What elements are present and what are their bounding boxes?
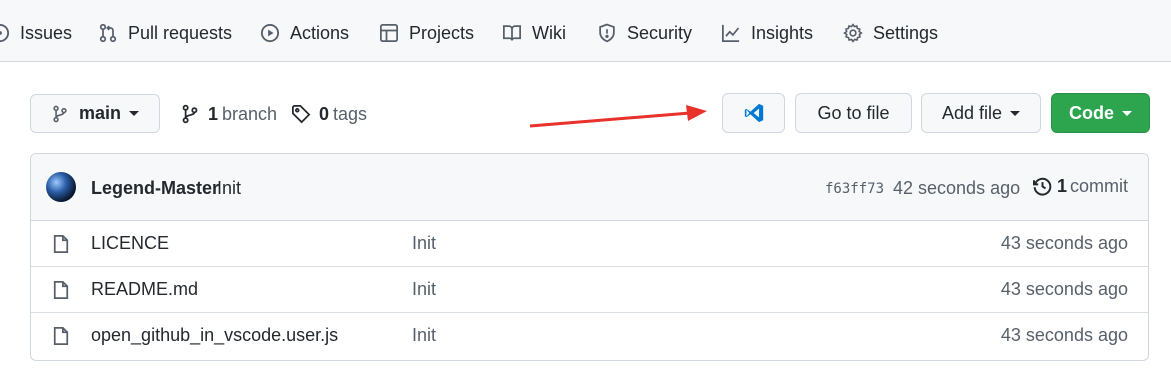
commit-message[interactable]: Init (217, 178, 241, 199)
nav-actions-label: Actions (290, 22, 350, 43)
nav-projects-label: Projects (409, 22, 475, 43)
issue-icon (0, 23, 10, 43)
nav-security[interactable]: Security (597, 18, 692, 48)
repo-nav: Issues Pull requests Actions Projects Wi… (0, 0, 1171, 62)
file-name[interactable]: LICENCE (91, 233, 169, 254)
commits-link[interactable]: 1 commit (1032, 176, 1128, 197)
git-branch-icon (182, 104, 198, 124)
nav-insights-label: Insights (751, 22, 814, 43)
tag-icon (292, 105, 311, 124)
commit-count: 1 (1057, 176, 1068, 196)
pull-request-icon (99, 23, 117, 43)
nav-pull-requests-label: Pull requests (128, 22, 233, 43)
nav-actions[interactable]: Actions (260, 18, 349, 48)
chevron-down-icon (129, 111, 139, 116)
annotation-arrow (529, 105, 707, 128)
tags-link[interactable]: 0 tags (291, 100, 367, 128)
nav-wiki-label: Wiki (532, 22, 566, 43)
file-commit-message[interactable]: Init (412, 233, 436, 254)
shield-icon (599, 23, 615, 43)
go-to-file-button[interactable]: Go to file (795, 93, 912, 133)
chevron-down-icon (1010, 110, 1021, 116)
git-branch-icon (53, 105, 67, 122)
file-age: 43 seconds ago (1000, 279, 1128, 299)
commit-author[interactable]: Legend-Master (91, 178, 219, 199)
book-icon (503, 25, 521, 41)
commit-time: 42 seconds ago (893, 178, 1021, 198)
file-icon (53, 281, 69, 299)
file-row[interactable]: LICENCE Init 43 seconds ago (31, 221, 1148, 267)
nav-settings-label: Settings (873, 22, 939, 43)
avatar[interactable] (46, 172, 76, 202)
nav-settings[interactable]: Settings (843, 18, 938, 48)
open-in-vscode-button[interactable] (722, 93, 785, 133)
vscode-icon (744, 103, 763, 123)
add-file-button[interactable]: Add file (921, 93, 1041, 133)
latest-commit-bar: Legend-Master Init f63ff73 42 seconds ag… (31, 154, 1148, 221)
add-file-label: Add file (941, 102, 1003, 123)
nav-security-label: Security (627, 22, 693, 43)
nav-insights[interactable]: Insights (721, 18, 813, 48)
go-to-file-label: Go to file (817, 102, 890, 123)
nav-pull-requests[interactable]: Pull requests (98, 18, 232, 48)
file-icon (53, 235, 69, 253)
file-commit-message[interactable]: Init (412, 325, 436, 346)
file-listing: Legend-Master Init f63ff73 42 seconds ag… (30, 153, 1149, 361)
branches-link[interactable]: 1 branch (180, 100, 277, 128)
code-label: Code (1069, 102, 1114, 123)
commit-count-word: commit (1070, 176, 1129, 196)
file-row[interactable]: README.md Init 43 seconds ago (31, 267, 1148, 313)
branch-selector[interactable]: main (30, 94, 160, 133)
commit-sha[interactable]: f63ff73 (825, 181, 884, 197)
table-icon (380, 24, 398, 42)
file-commit-message[interactable]: Init (412, 279, 436, 300)
tag-word: tags (333, 103, 368, 124)
graph-icon (722, 24, 740, 42)
history-icon (1032, 177, 1052, 196)
file-age: 43 seconds ago (1000, 233, 1128, 253)
file-icon (53, 327, 69, 345)
branch-word: branch (222, 103, 278, 124)
nav-projects[interactable]: Projects (379, 18, 474, 48)
file-age: 43 seconds ago (1000, 325, 1128, 345)
code-button[interactable]: Code (1051, 93, 1150, 133)
file-row[interactable]: open_github_in_vscode.user.js Init 43 se… (31, 313, 1148, 359)
nav-issues-label: Issues (20, 22, 73, 43)
chevron-down-icon (1122, 110, 1132, 116)
nav-wiki[interactable]: Wiki (502, 18, 566, 48)
file-name[interactable]: open_github_in_vscode.user.js (91, 325, 338, 346)
tag-count: 0 (319, 103, 330, 124)
branch-count: 1 (208, 103, 219, 124)
nav-issues[interactable]: Issues (0, 18, 72, 48)
play-icon (260, 23, 280, 43)
file-name[interactable]: README.md (91, 279, 198, 300)
gear-icon (843, 23, 863, 43)
branch-name: main (78, 103, 121, 123)
